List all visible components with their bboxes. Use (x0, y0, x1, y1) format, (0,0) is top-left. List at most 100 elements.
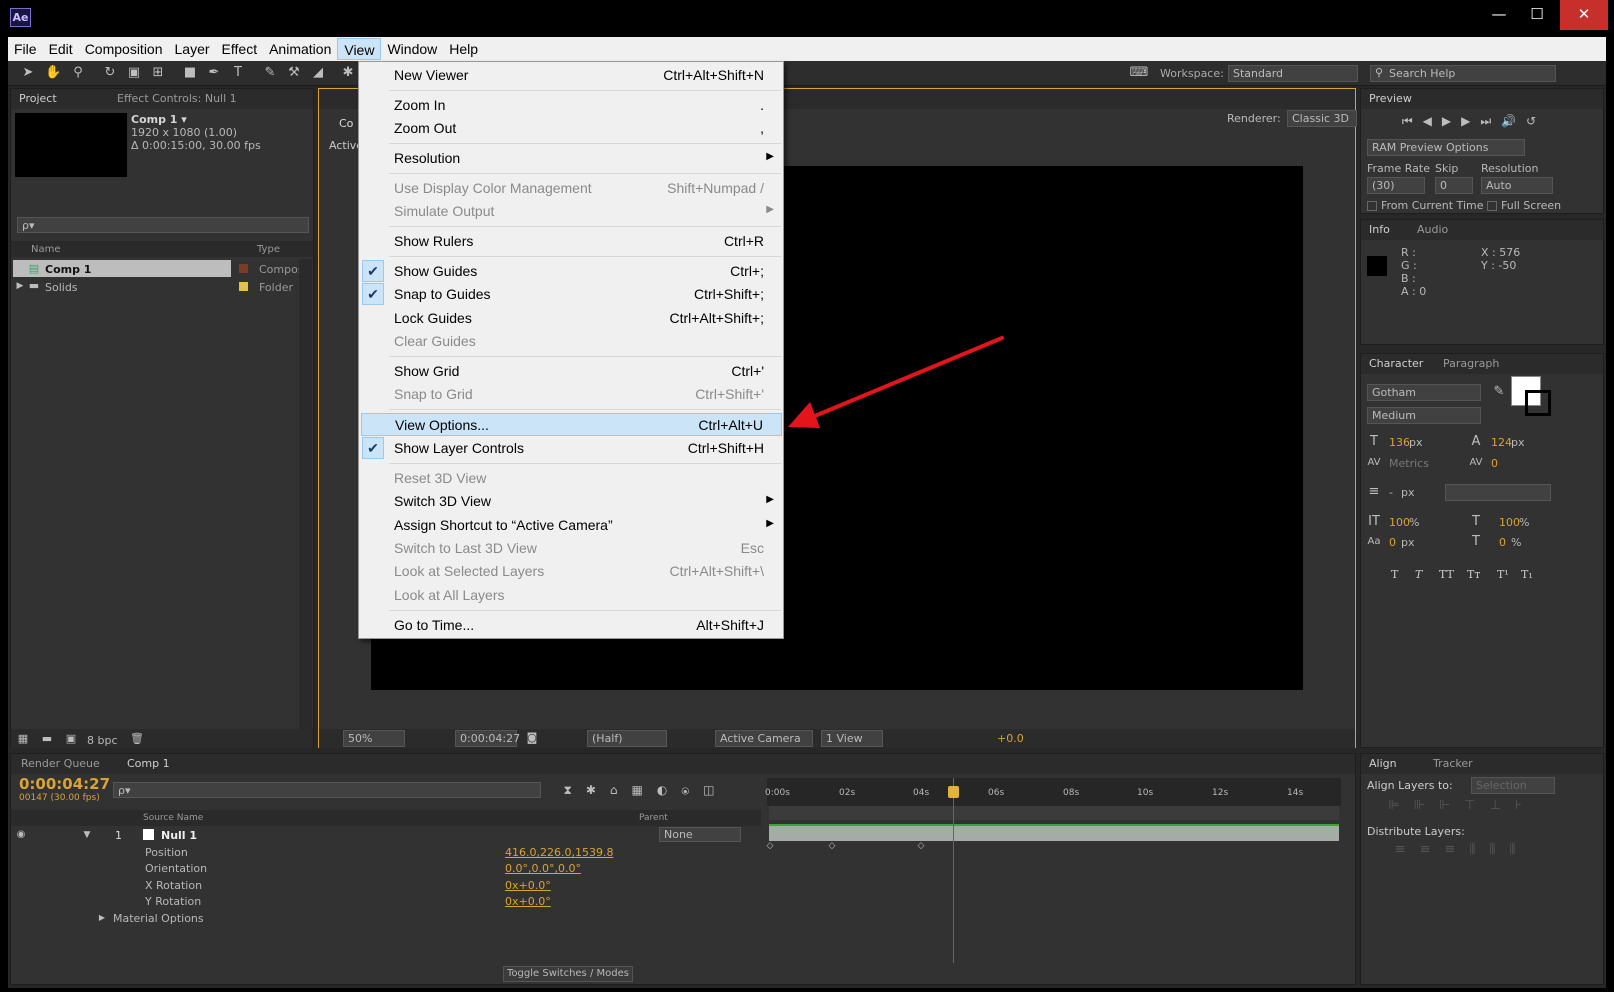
baseline-shift-value[interactable]: 0 (1389, 536, 1396, 549)
resolution-select[interactable]: (Half) (587, 730, 667, 747)
brush-tool-icon[interactable]: ✎ (262, 65, 278, 81)
current-time-indicator[interactable] (953, 778, 954, 963)
keyframe-icon[interactable]: ◇ (916, 838, 926, 854)
rotate-tool-icon[interactable]: ↻ (102, 65, 118, 81)
selection-tool-icon[interactable]: ➤ (20, 65, 36, 81)
col-name[interactable]: Name (31, 244, 61, 255)
collapse-arrow-icon[interactable]: ▼ (81, 827, 93, 843)
menu-help[interactable]: Help (443, 38, 484, 60)
menu-item-zoom-out[interactable]: Zoom Out, (361, 117, 782, 140)
tab-comp-timeline[interactable]: Comp 1 (121, 755, 176, 773)
menu-item-lock-guides[interactable]: Lock Guides Ctrl+Alt+Shift+; (361, 307, 782, 330)
camera-view-select[interactable]: Active Camera (715, 730, 813, 747)
tab-effect-controls[interactable]: Effect Controls: Null 1 (111, 90, 243, 108)
text-style-all-caps-button[interactable]: TT (1439, 568, 1454, 581)
view-layout-select[interactable]: 1 View (821, 730, 883, 747)
zoom-tool-icon[interactable]: ⚲ (70, 65, 86, 81)
menu-item-view-options[interactable]: View Options... Ctrl+Alt+U (361, 413, 782, 436)
new-folder-icon[interactable]: ▬ (39, 731, 55, 747)
stroke-color-swatch[interactable] (1525, 390, 1551, 416)
pen-tool-icon[interactable]: ✒ (206, 65, 222, 81)
col-parent[interactable]: Parent (639, 813, 668, 823)
menu-layer[interactable]: Layer (169, 38, 216, 60)
menu-item-show-rulers[interactable]: Show Rulers Ctrl+R (361, 230, 782, 253)
menu-item-new-viewer[interactable]: New Viewer Ctrl+Alt+Shift+N (361, 64, 782, 87)
playback-controls-icon[interactable]: ⏮◀▶▶⏭🔊↺ (1369, 113, 1579, 129)
search-help-field[interactable]: Search Help (1370, 65, 1556, 82)
stroke-style-select[interactable] (1445, 484, 1551, 501)
expand-arrow-icon[interactable]: ▶ (97, 910, 107, 926)
menu-item-show-guides[interactable]: ✔ Show Guides Ctrl+; (361, 260, 782, 283)
menu-item-show-layer-controls[interactable]: ✔ Show Layer Controls Ctrl+Shift+H (361, 437, 782, 460)
menu-item-switch-3d-view[interactable]: Switch 3D View ▶ (361, 490, 782, 513)
toggle-switches-modes-button[interactable]: Toggle Switches / Modes (503, 966, 633, 982)
menu-item-go-to-time[interactable]: Go to Time... Alt+Shift+J (361, 614, 782, 637)
distribute-buttons-icon[interactable]: ≡≡≡⫼⫼⫼ (1369, 842, 1555, 858)
tab-info[interactable]: Info (1363, 221, 1396, 239)
interpret-footage-icon[interactable]: ▦ (15, 731, 31, 747)
snapshot-icon[interactable]: ◙ (525, 730, 539, 746)
pan-behind-tool-icon[interactable]: ⊞ (150, 65, 166, 81)
menu-item-assign-shortcut[interactable]: Assign Shortcut to “Active Camera” ▶ (361, 514, 782, 537)
text-style-faux-italic-button[interactable]: T (1415, 568, 1422, 581)
menu-animation[interactable]: Animation (263, 38, 337, 60)
eraser-tool-icon[interactable]: ◢ (310, 65, 326, 81)
menu-edit[interactable]: Edit (43, 38, 79, 60)
resolution-select[interactable]: Auto (1481, 177, 1553, 194)
eye-icon[interactable]: ◉ (15, 827, 27, 843)
from-current-checkbox[interactable] (1367, 201, 1377, 211)
text-style-subscript-button[interactable]: T₁ (1521, 568, 1533, 581)
horizontal-scale-value[interactable]: 100 (1499, 516, 1520, 529)
vertical-scale-value[interactable]: 100 (1389, 516, 1410, 529)
align-to-select[interactable]: Selection (1471, 777, 1555, 794)
timeline-timecode[interactable]: 0:00:04:27 (19, 775, 110, 793)
magnification-select[interactable]: 50% (343, 730, 405, 747)
tab-preview[interactable]: Preview (1363, 90, 1418, 108)
col-type[interactable]: Type (257, 244, 280, 255)
menu-item-resolution[interactable]: Resolution ▶ (361, 147, 782, 170)
keyframe-icon[interactable]: ◇ (827, 838, 837, 854)
rectangle-tool-icon[interactable]: ■ (182, 65, 198, 81)
menu-view[interactable]: View (337, 38, 382, 60)
project-scrollbar[interactable] (299, 259, 312, 729)
renderer-select[interactable]: Classic 3D (1287, 110, 1357, 127)
bit-depth[interactable]: 8 bpc (87, 734, 118, 747)
close-window-button[interactable]: ✕ (1560, 0, 1608, 30)
project-item-name[interactable]: Comp 1 (45, 263, 91, 276)
timeline-switches-icon[interactable]: ⧗✱⌂▦◐⦿◫ (561, 782, 731, 798)
expand-arrow-icon[interactable]: ▶ (15, 278, 25, 294)
text-style-superscript-button[interactable]: T¹ (1497, 568, 1509, 581)
menu-item-show-grid[interactable]: Show Grid Ctrl+' (361, 360, 782, 383)
project-search-input[interactable]: ρ▾ (17, 217, 309, 233)
tab-audio[interactable]: Audio (1411, 221, 1454, 239)
font-style-select[interactable]: Medium (1367, 407, 1481, 424)
keyframe-icon[interactable]: ◇ (765, 838, 775, 854)
camera-tool-icon[interactable]: ▣ (126, 65, 142, 81)
tab-project[interactable]: Project (13, 90, 63, 108)
tracking-value[interactable]: 0 (1491, 457, 1498, 470)
workspace-select[interactable]: Standard (1228, 65, 1358, 82)
tab-tracker[interactable]: Tracker (1427, 755, 1479, 773)
clone-stamp-tool-icon[interactable]: ⚒ (286, 65, 302, 81)
material-options[interactable]: Material Options (113, 912, 204, 925)
comp-name[interactable]: Comp 1 ▾ (131, 113, 187, 126)
layer-duration-bar[interactable] (769, 824, 1339, 841)
tab-paragraph[interactable]: Paragraph (1437, 355, 1505, 373)
tab-align[interactable]: Align (1363, 755, 1403, 773)
exposure-value[interactable]: +0.0 (997, 732, 1024, 745)
comp-tab-prefix[interactable]: Co (339, 117, 353, 130)
timeline-search-input[interactable]: ρ▾ (113, 782, 541, 798)
current-time-display[interactable]: 0:00:04:27 (455, 730, 520, 747)
tsume-value[interactable]: 0 (1499, 536, 1506, 549)
menu-item-snap-to-guides[interactable]: ✔ Snap to Guides Ctrl+Shift+; (361, 283, 782, 306)
work-area-bar[interactable] (769, 806, 1339, 820)
maximize-button[interactable]: ☐ (1514, 0, 1560, 30)
menu-effect[interactable]: Effect (216, 38, 264, 60)
project-item-name[interactable]: Solids (45, 281, 78, 294)
tab-render-queue[interactable]: Render Queue (15, 755, 106, 773)
full-screen-checkbox[interactable] (1487, 201, 1497, 211)
type-tool-icon[interactable]: T (230, 65, 246, 81)
menu-file[interactable]: File (8, 38, 43, 60)
font-size-value[interactable]: 136 (1389, 436, 1410, 449)
puppet-tool-icon[interactable]: ✱ (340, 65, 356, 81)
